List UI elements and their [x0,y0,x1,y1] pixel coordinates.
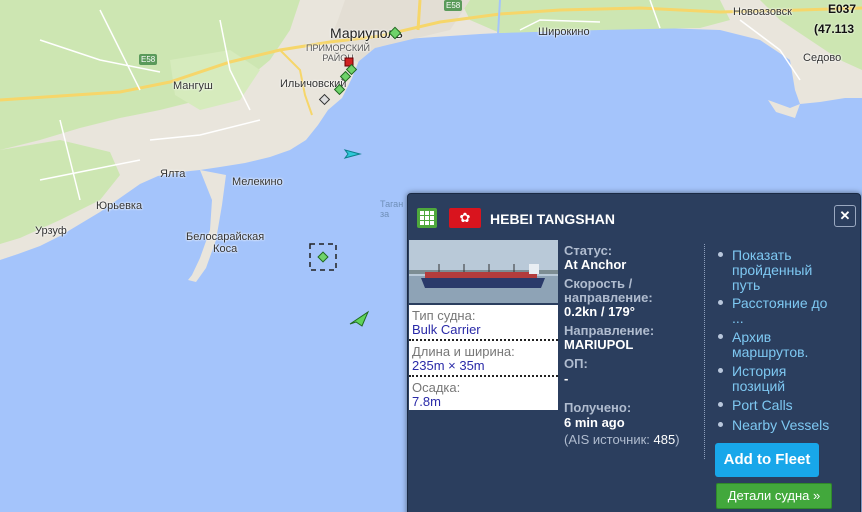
divider [409,375,558,377]
dims-label: Длина и ширина: [412,344,515,359]
hong-kong-flag-icon: ✿ [449,208,481,228]
selection-box-icon[interactable] [309,243,337,271]
draught-value: 7.8m [412,394,441,409]
speed-label: направление: [564,290,653,305]
received-label: Получено: [564,400,632,415]
speed-label: Скорость / [564,276,633,291]
divider [704,244,705,459]
eta-value: - [564,371,569,386]
vessel-info-popup: ✿ HEBEI TANGSHAN ✕ Тип судна: Bulk Carri… [407,193,861,512]
vessel-specs: Тип судна: Bulk Carrier Длина и ширина: … [409,305,558,410]
dims-value: 235m × 35m [412,358,485,373]
vessel-grey-diamond-icon[interactable] [318,93,331,106]
eta-label: ОП: [564,356,588,371]
vessel-name[interactable]: HEBEI TANGSHAN [490,211,615,227]
type-label: Тип судна: [412,308,476,323]
vessel-green-diamond-icon[interactable] [388,26,402,40]
vessel-cyan-arrow-icon[interactable] [343,149,362,159]
status-label: Статус: [564,243,613,258]
vessel-details-button[interactable]: Детали судна » [716,483,832,509]
close-icon[interactable]: ✕ [834,205,856,227]
vessel-green-diamond-icon[interactable] [333,83,346,96]
destination-label: Направление: [564,323,655,338]
add-to-fleet-button[interactable]: Add to Fleet [715,443,819,477]
draught-label: Осадка: [412,380,461,395]
divider [409,339,558,341]
vessel-green-diamond-icon[interactable] [339,70,352,83]
vessel-green-arrow-icon[interactable] [349,310,370,327]
type-value: Bulk Carrier [412,322,481,337]
vessel-photo[interactable] [409,240,558,303]
status-value: At Anchor [564,257,627,272]
destination-value: MARIUPOL [564,337,634,352]
grid-icon[interactable] [417,208,437,228]
received-value: 6 min ago [564,415,625,430]
map-canvas[interactable]: Мариуполь ПРИМОРСКИЙ РАЙОН Ильичовский М… [0,0,862,512]
speed-value: 0.2kn / 179° [564,304,635,319]
ais-source: (AIS источник: 485) [564,432,680,447]
